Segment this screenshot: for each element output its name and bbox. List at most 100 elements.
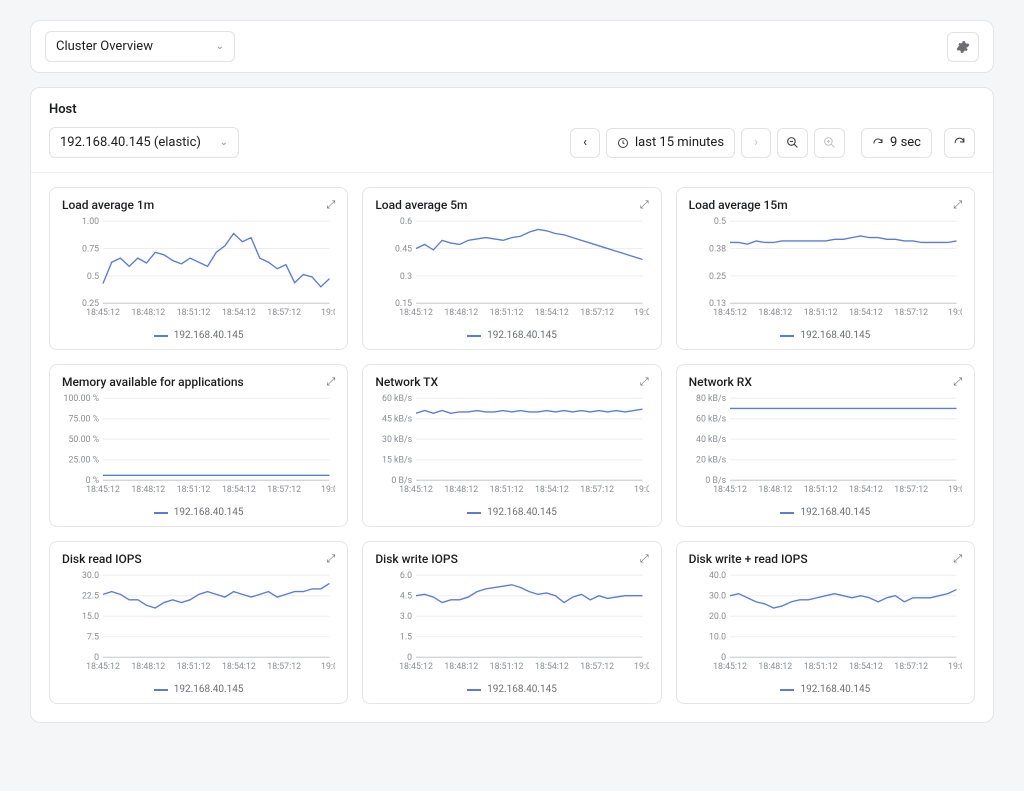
svg-text:50.00 %: 50.00 % xyxy=(68,435,99,445)
chart-title: Network RX xyxy=(689,375,752,389)
svg-text:15.0: 15.0 xyxy=(82,612,99,622)
chart-title: Disk read IOPS xyxy=(62,552,142,566)
refresh-interval-button[interactable]: 9 sec xyxy=(861,128,932,158)
legend-label: 192.168.40.145 xyxy=(800,684,870,695)
svg-text:18:48:12: 18:48:12 xyxy=(131,662,165,672)
legend-swatch xyxy=(780,512,794,514)
chart-netrx: Network RX ⤢ 0 B/s20 kB/s40 kB/s60 kB/s80 … xyxy=(676,364,975,527)
zoom-in-icon xyxy=(823,136,836,149)
svg-text:18:45:12: 18:45:12 xyxy=(713,308,747,318)
expand-icon[interactable]: ⤢ xyxy=(327,375,336,389)
chart-legend: 192.168.40.145 xyxy=(375,330,648,341)
svg-text:0.75: 0.75 xyxy=(82,244,99,254)
chart-plot[interactable]: 0.130.250.380.518:45:1218:48:1218:51:121… xyxy=(689,216,962,326)
expand-icon[interactable]: ⤢ xyxy=(953,552,962,566)
svg-text:30.0: 30.0 xyxy=(82,571,99,581)
chart-plot[interactable]: 0.250.50.751.0018:45:1218:48:1218:51:121… xyxy=(62,216,335,326)
expand-icon[interactable]: ⤢ xyxy=(953,375,962,389)
zoom-in-button[interactable] xyxy=(814,128,845,158)
svg-text:18:45:12: 18:45:12 xyxy=(399,308,433,318)
chart-legend: 192.168.40.145 xyxy=(62,507,335,518)
host-select[interactable]: 192.168.40.145 (elastic) ⌄ xyxy=(49,127,239,158)
chart-nettx: Network TX ⤢ 0 B/s15 kB/s30 kB/s45 kB/s60 … xyxy=(362,364,661,527)
svg-text:18:54:12: 18:54:12 xyxy=(222,485,256,495)
legend-swatch xyxy=(467,689,481,691)
svg-text:18:57:12: 18:57:12 xyxy=(267,485,301,495)
svg-text:18:48:12: 18:48:12 xyxy=(758,662,792,672)
chart-title: Network TX xyxy=(375,375,438,389)
time-forward-button[interactable]: › xyxy=(741,128,771,158)
svg-text:18:54:12: 18:54:12 xyxy=(222,308,256,318)
svg-text:7.5: 7.5 xyxy=(87,633,99,643)
svg-text:18:51:12: 18:51:12 xyxy=(803,485,837,495)
chart-legend: 192.168.40.145 xyxy=(689,507,962,518)
expand-icon[interactable]: ⤢ xyxy=(953,198,962,212)
svg-text:18:57:12: 18:57:12 xyxy=(894,485,928,495)
expand-icon[interactable]: ⤢ xyxy=(327,552,336,566)
time-range-button[interactable]: last 15 minutes xyxy=(606,128,735,158)
chart-plot[interactable]: 0 %25.00 %50.00 %75.00 %100.00 %18:45:12… xyxy=(62,393,335,503)
chart-plot[interactable]: 010.020.030.040.018:45:1218:48:1218:51:1… xyxy=(689,570,962,680)
svg-text:19:0: 19:0 xyxy=(634,308,648,318)
chart-load15m: Load average 15m⤢0.130.250.380.518:45:12… xyxy=(676,187,975,350)
svg-text:0.5: 0.5 xyxy=(714,217,726,227)
svg-text:18:57:12: 18:57:12 xyxy=(267,662,301,672)
svg-text:0.6: 0.6 xyxy=(400,217,412,227)
time-back-button[interactable]: ‹ xyxy=(570,128,600,158)
chart-title: Load average 1m xyxy=(62,198,154,212)
expand-icon[interactable]: ⤢ xyxy=(327,198,336,212)
svg-text:40.0: 40.0 xyxy=(709,571,726,581)
svg-text:18:48:12: 18:48:12 xyxy=(131,485,165,495)
legend-swatch xyxy=(780,689,794,691)
svg-text:18:51:12: 18:51:12 xyxy=(177,485,211,495)
chevron-down-icon: ⌄ xyxy=(216,41,224,52)
svg-text:18:51:12: 18:51:12 xyxy=(177,308,211,318)
svg-text:18:51:12: 18:51:12 xyxy=(490,308,524,318)
svg-text:19:0: 19:0 xyxy=(634,485,648,495)
svg-text:15 kB/s: 15 kB/s xyxy=(382,456,413,466)
overview-select[interactable]: Cluster Overview ⌄ xyxy=(45,31,235,62)
svg-text:0.3: 0.3 xyxy=(400,272,412,282)
svg-text:18:57:12: 18:57:12 xyxy=(581,485,615,495)
svg-text:18:51:12: 18:51:12 xyxy=(803,662,837,672)
svg-text:18:48:12: 18:48:12 xyxy=(758,485,792,495)
svg-text:19:0: 19:0 xyxy=(321,662,335,672)
svg-text:18:57:12: 18:57:12 xyxy=(894,662,928,672)
host-select-label: 192.168.40.145 (elastic) xyxy=(60,135,201,150)
svg-text:45 kB/s: 45 kB/s xyxy=(382,415,413,425)
legend-swatch xyxy=(467,335,481,337)
expand-icon[interactable]: ⤢ xyxy=(640,375,649,389)
legend-label: 192.168.40.145 xyxy=(487,330,557,341)
svg-text:19:0: 19:0 xyxy=(321,485,335,495)
chart-mem: Memory available for applications⤢0 %25.… xyxy=(49,364,348,527)
svg-text:40 kB/s: 40 kB/s xyxy=(696,435,727,445)
expand-icon[interactable]: ⤢ xyxy=(640,552,649,566)
chart-load1m: Load average 1m ⤢ 0.250.50.751.0018:45:121… xyxy=(49,187,348,350)
svg-text:0.25: 0.25 xyxy=(709,272,726,282)
panel-title: Host xyxy=(31,88,993,127)
overview-select-label: Cluster Overview xyxy=(56,39,153,54)
svg-text:18:48:12: 18:48:12 xyxy=(445,308,479,318)
expand-icon[interactable]: ⤢ xyxy=(640,198,649,212)
chart-plot[interactable]: 0.150.30.450.618:45:1218:48:1218:51:1218… xyxy=(375,216,648,326)
svg-text:18:57:12: 18:57:12 xyxy=(581,308,615,318)
zoom-out-button[interactable] xyxy=(777,128,808,158)
svg-text:18:54:12: 18:54:12 xyxy=(535,308,569,318)
chevron-down-icon: ⌄ xyxy=(220,137,228,148)
legend-swatch xyxy=(467,512,481,514)
chart-plot[interactable]: 07.515.022.530.018:45:1218:48:1218:51:12… xyxy=(62,570,335,680)
chart-plot[interactable]: 01.53.04.56.018:45:1218:48:1218:51:1218:… xyxy=(375,570,648,680)
charts-grid: Load average 1m ⤢ 0.250.50.751.0018:45:121… xyxy=(49,187,975,704)
svg-text:0.45: 0.45 xyxy=(395,244,412,254)
svg-text:18:54:12: 18:54:12 xyxy=(535,485,569,495)
svg-text:25.00 %: 25.00 % xyxy=(68,456,99,466)
legend-swatch xyxy=(154,335,168,337)
svg-text:18:51:12: 18:51:12 xyxy=(490,485,524,495)
refresh-icon xyxy=(872,137,884,149)
svg-text:18:45:12: 18:45:12 xyxy=(86,308,120,318)
chart-plot[interactable]: 0 B/s15 kB/s30 kB/s45 kB/s60 kB/s18:45:1… xyxy=(375,393,648,503)
settings-button[interactable] xyxy=(947,32,979,62)
chart-plot[interactable]: 0 B/s20 kB/s40 kB/s60 kB/s80 kB/s18:45:1… xyxy=(689,393,962,503)
refresh-now-button[interactable] xyxy=(944,128,975,158)
refresh-interval-label: 9 sec xyxy=(890,135,921,150)
